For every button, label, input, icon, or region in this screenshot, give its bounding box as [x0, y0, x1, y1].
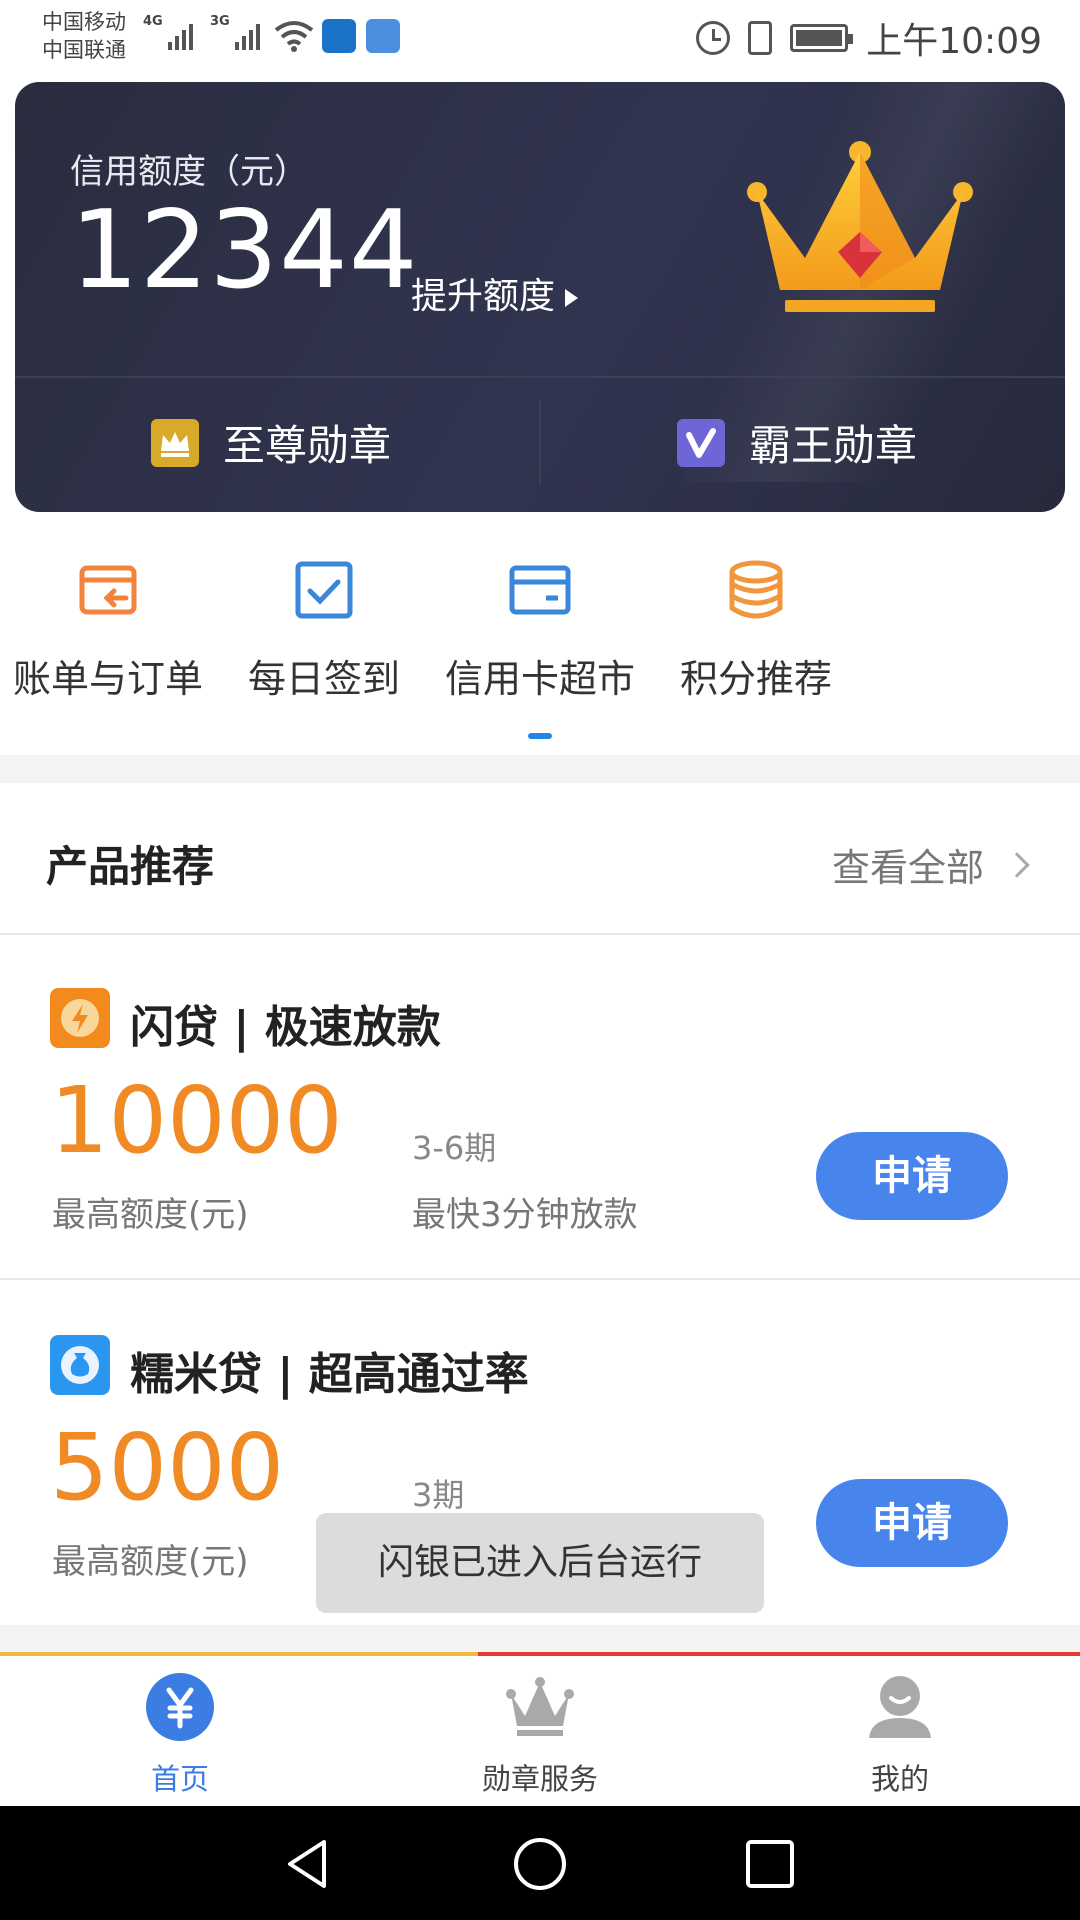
- product-section-header: 产品推荐 查看全部: [0, 783, 1080, 935]
- status-right: 上午10:09: [696, 12, 1042, 64]
- product-amount-label: 最高额度(元): [52, 1542, 249, 1582]
- v-badge-icon: [677, 418, 725, 467]
- view-all-label: 查看全部: [831, 846, 984, 890]
- section-spacer: [0, 755, 1080, 783]
- bill-order-icon: [79, 565, 137, 615]
- nav-medal-service[interactable]: 勋章服务: [410, 1672, 670, 1802]
- battery-icon: [790, 24, 854, 52]
- quick-tabs: 账单与订单 每日签到 信用卡超市 积分推荐: [0, 540, 1080, 740]
- credit-limit-amount: 12344: [70, 188, 419, 313]
- product-max-amount: 10000: [50, 1067, 343, 1174]
- product-max-amount: 5000: [50, 1414, 285, 1521]
- nav-home-label: 首页: [150, 1762, 209, 1796]
- tab-bills-orders[interactable]: 账单与订单: [0, 540, 218, 710]
- crown-badge-icon: [151, 418, 199, 467]
- background-toast: 闪银已进入后台运行: [316, 1513, 764, 1613]
- product-amount-label: 最高额度(元): [52, 1195, 249, 1235]
- vibrate-icon: [748, 21, 773, 55]
- clock: 上午10:09: [866, 21, 1042, 62]
- overlord-medal-label: 霸王勋章: [749, 421, 918, 470]
- credit-card-icon: [509, 565, 571, 615]
- back-icon[interactable]: [280, 1836, 336, 1892]
- nav-medal-service-label: 勋章服务: [481, 1762, 598, 1796]
- credit-limit-label: 信用额度（元）: [70, 152, 308, 192]
- supreme-medal-label: 至尊勋章: [223, 421, 392, 470]
- signal-2-icon: 3G: [210, 14, 260, 50]
- home-icon[interactable]: [512, 1836, 568, 1892]
- nav-mine-label: 我的: [870, 1762, 929, 1796]
- tab-points-recommend-label: 积分推荐: [679, 657, 832, 701]
- status-bar: 中国移动 中国联通 4G 3G 上午10:09: [0, 0, 1080, 75]
- product-speed: 最快3分钟放款: [412, 1195, 638, 1235]
- product-term: 3期: [412, 1476, 465, 1514]
- apply-button[interactable]: 申请: [816, 1132, 1008, 1220]
- wifi-icon: [274, 21, 314, 52]
- raise-limit-label: 提升额度: [411, 276, 556, 317]
- carrier-1: 中国移动: [42, 10, 126, 34]
- credit-limit-card: 信用额度（元） 12344 提升额度 至尊勋章 霸王勋章: [15, 82, 1065, 512]
- recents-icon[interactable]: [742, 1836, 798, 1892]
- nav-home[interactable]: 首页: [50, 1672, 310, 1802]
- tab-daily-checkin-label: 每日签到: [247, 657, 400, 701]
- money-bag-icon: [50, 1335, 110, 1395]
- yuan-icon: [146, 1673, 214, 1741]
- tab-credit-card-market[interactable]: 信用卡超市: [430, 540, 650, 710]
- tab-indicator: [528, 733, 552, 739]
- gold-crown-icon: [747, 141, 973, 312]
- tab-daily-checkin[interactable]: 每日签到: [214, 540, 434, 710]
- crown-icon: [506, 1677, 574, 1736]
- tab-bills-orders-label: 账单与订单: [12, 657, 203, 701]
- overlord-medal-badge[interactable]: 霸王勋章: [677, 412, 917, 473]
- product-name: 闪贷 | 极速放款: [130, 1002, 441, 1053]
- apply-button[interactable]: 申请: [816, 1479, 1008, 1567]
- section-title: 产品推荐: [46, 842, 215, 891]
- play-arrow-icon: [565, 289, 579, 307]
- product-name: 糯米贷 | 超高通过率: [130, 1349, 529, 1400]
- chevron-right-icon: [1004, 851, 1030, 878]
- product-card[interactable]: 闪贷 | 极速放款 10000 最高额度(元) 3-6期 最快3分钟放款 申请: [0, 935, 1080, 1280]
- raise-limit-button[interactable]: 提升额度: [411, 267, 579, 319]
- tab-points-recommend[interactable]: 积分推荐: [646, 540, 866, 710]
- sim2-network-label: 3G: [210, 14, 230, 29]
- lightning-icon: [50, 988, 110, 1048]
- list-bottom-spacer: [0, 1625, 1080, 1655]
- boot-app-icon: [366, 19, 400, 53]
- coins-icon: [729, 560, 783, 619]
- alarm-icon: [696, 21, 731, 55]
- user-icon: [869, 1676, 931, 1738]
- signal-1-icon: 4G: [143, 14, 193, 50]
- carrier-2: 中国联通: [42, 38, 126, 62]
- shield-app-icon: [322, 19, 356, 53]
- view-all-link[interactable]: 查看全部: [831, 837, 1030, 892]
- carrier-names: 中国移动 中国联通: [42, 8, 126, 64]
- supreme-medal-badge[interactable]: 至尊勋章: [151, 412, 391, 473]
- nav-mine[interactable]: 我的: [770, 1672, 1030, 1802]
- checkin-icon: [295, 561, 353, 619]
- tab-credit-card-market-label: 信用卡超市: [444, 657, 635, 701]
- product-term: 3-6期: [412, 1129, 497, 1167]
- bottom-nav: 首页 勋章服务 我的: [0, 1652, 1080, 1806]
- sim1-network-label: 4G: [143, 14, 163, 29]
- system-navigation-bar: [0, 1806, 1080, 1920]
